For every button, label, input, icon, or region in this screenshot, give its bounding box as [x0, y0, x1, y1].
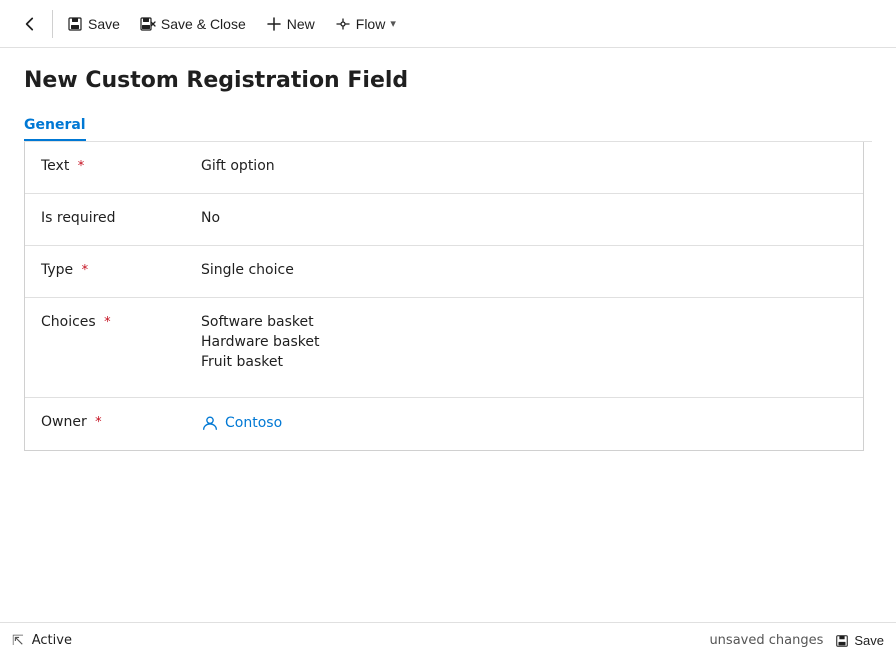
flow-icon — [335, 16, 351, 32]
status-bar: ⇱ Active unsaved changes Save — [0, 622, 896, 658]
save-close-icon — [140, 16, 156, 32]
status-label: Active — [32, 633, 72, 648]
tab-bar: General — [24, 109, 872, 142]
field-value-choices[interactable]: Software basket Hardware basket Fruit ba… — [201, 312, 847, 370]
new-button[interactable]: New — [256, 10, 325, 38]
field-label-isrequired: Is required — [41, 208, 201, 226]
required-star-choices: * — [104, 315, 111, 330]
owner-person-icon — [201, 414, 219, 432]
form-panel: Text * Gift option Is required No Type *… — [24, 142, 864, 451]
flow-button[interactable]: Flow ▾ — [325, 10, 406, 38]
required-star-type: * — [82, 263, 89, 278]
save-label: Save — [88, 16, 120, 32]
form-container: Text * Gift option Is required No Type *… — [24, 142, 872, 622]
back-button[interactable] — [12, 6, 48, 42]
save-close-button[interactable]: Save & Close — [130, 10, 256, 38]
field-row-owner: Owner * Contoso — [25, 398, 863, 450]
required-star-owner: * — [95, 415, 102, 430]
new-label: New — [287, 16, 315, 32]
toolbar: Save Save & Close New Flow ▾ — [0, 0, 896, 48]
save-icon — [67, 16, 83, 32]
flow-label: Flow — [356, 16, 386, 32]
main-content: New Custom Registration Field General Te… — [0, 48, 896, 622]
new-icon — [266, 16, 282, 32]
field-row-type: Type * Single choice — [25, 246, 863, 298]
field-value-type[interactable]: Single choice — [201, 260, 847, 278]
status-left: ⇱ Active — [12, 633, 72, 649]
unsaved-changes-label: unsaved changes — [709, 633, 823, 648]
tab-general[interactable]: General — [24, 109, 86, 141]
status-save-button[interactable]: Save — [835, 633, 884, 648]
save-button[interactable]: Save — [57, 10, 130, 38]
save-close-label: Save & Close — [161, 16, 246, 32]
page-title: New Custom Registration Field — [24, 68, 872, 93]
field-value-text[interactable]: Gift option — [201, 156, 847, 174]
field-value-owner[interactable]: Contoso — [201, 412, 847, 432]
required-star-text: * — [78, 159, 85, 174]
flow-chevron-icon: ▾ — [390, 17, 396, 30]
owner-link[interactable]: Contoso — [201, 414, 847, 432]
field-label-text: Text * — [41, 156, 201, 174]
status-save-icon — [835, 634, 849, 648]
field-value-isrequired[interactable]: No — [201, 208, 847, 226]
status-right: unsaved changes Save — [709, 633, 884, 648]
expand-icon[interactable]: ⇱ — [12, 633, 24, 649]
toolbar-divider — [52, 10, 53, 38]
field-row-isrequired: Is required No — [25, 194, 863, 246]
field-label-owner: Owner * — [41, 412, 201, 430]
field-row-choices: Choices * Software basket Hardware baske… — [25, 298, 863, 398]
field-label-choices: Choices * — [41, 312, 201, 330]
field-row-text: Text * Gift option — [25, 142, 863, 194]
field-label-type: Type * — [41, 260, 201, 278]
